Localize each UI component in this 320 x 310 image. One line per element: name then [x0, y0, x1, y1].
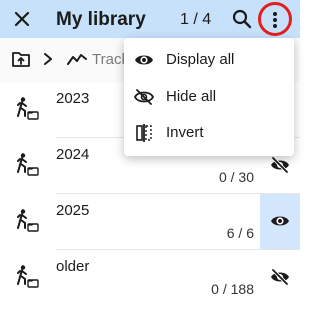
- eye-icon: [271, 216, 289, 226]
- menu-item-hide-all[interactable]: Hide all: [124, 79, 294, 115]
- page-indicator: 1 / 4: [180, 11, 212, 28]
- list-item-name: 2025: [56, 202, 90, 219]
- eye-off-icon: [271, 268, 289, 286]
- eye-off-icon: [271, 156, 289, 174]
- folder-up-icon[interactable]: [12, 51, 30, 72]
- hiking-folder-icon: [15, 96, 41, 127]
- list-item[interactable]: 2025 6 / 6: [0, 194, 300, 249]
- list-item[interactable]: older 0 / 188: [0, 250, 300, 305]
- page-title: My library: [56, 9, 146, 30]
- eye-icon: [134, 50, 154, 75]
- list-item-name: 2024: [56, 146, 90, 163]
- list-item-name: 2023: [56, 90, 90, 107]
- more-vert-icon: [273, 12, 277, 28]
- visibility-toggle[interactable]: [260, 250, 300, 305]
- hiking-folder-icon: [15, 264, 41, 295]
- hiking-folder-icon: [15, 152, 41, 183]
- search-icon[interactable]: [231, 8, 253, 30]
- invert-icon: [134, 123, 154, 148]
- menu-item-label: Hide all: [166, 88, 217, 105]
- more-options-button[interactable]: [258, 2, 292, 36]
- track-icon: [67, 50, 87, 73]
- menu-item-display-all[interactable]: Display all: [124, 42, 294, 78]
- list-item-count: 0 / 30: [218, 169, 254, 185]
- overflow-menu: Display all Hide all Invert: [124, 38, 294, 156]
- list-item-count: 0 / 188: [211, 281, 254, 297]
- visibility-toggle[interactable]: [260, 194, 300, 249]
- chevron-right-icon: [42, 52, 54, 71]
- top-app-bar: My library 1 / 4: [0, 0, 300, 38]
- eye-off-icon: [133, 87, 155, 112]
- menu-item-label: Invert: [166, 124, 204, 141]
- hiking-folder-icon: [15, 208, 41, 239]
- menu-item-invert[interactable]: Invert: [124, 115, 294, 151]
- menu-item-label: Display all: [166, 51, 235, 68]
- list-item-count: 6 / 6: [226, 225, 254, 241]
- list-item-name: older: [56, 258, 90, 275]
- close-icon[interactable]: [11, 8, 33, 30]
